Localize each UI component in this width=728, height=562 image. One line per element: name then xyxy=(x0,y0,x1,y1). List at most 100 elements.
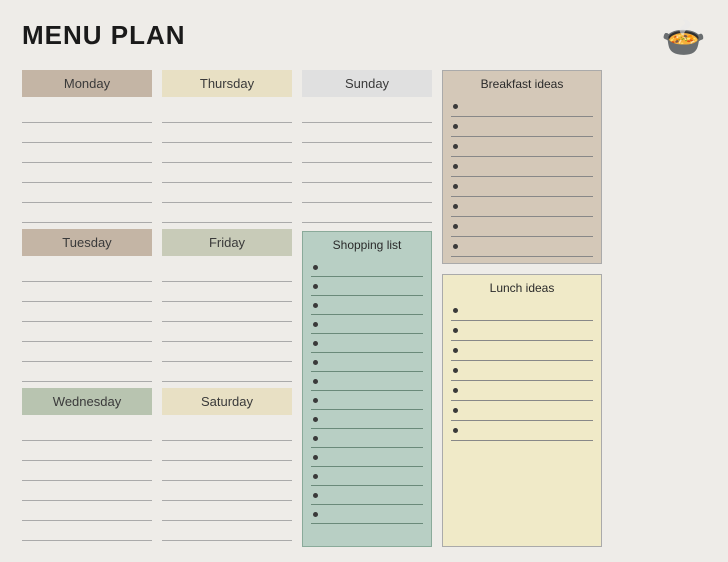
line xyxy=(302,143,432,163)
tuesday-block: Tuesday xyxy=(22,229,152,382)
bullet-icon xyxy=(453,388,458,393)
tuesday-lines xyxy=(22,262,152,382)
bullet-icon xyxy=(453,308,458,313)
shopping-list-panel: Shopping list xyxy=(302,231,432,547)
line xyxy=(22,203,152,223)
saturday-header: Saturday xyxy=(162,388,292,415)
bullet-icon xyxy=(313,398,318,403)
bullet-icon xyxy=(313,322,318,327)
line xyxy=(22,143,152,163)
breakfast-ideas-panel: Breakfast ideas xyxy=(442,70,602,264)
breakfast-ideas-title: Breakfast ideas xyxy=(451,77,593,91)
bullet-icon xyxy=(313,455,318,460)
line xyxy=(22,163,152,183)
monday-lines xyxy=(22,103,152,223)
lunch-ideas-panel: Lunch ideas xyxy=(442,274,602,547)
friday-lines xyxy=(162,262,292,382)
shopping-item[interactable] xyxy=(311,391,423,410)
lunch-idea-item[interactable] xyxy=(451,361,593,381)
bullet-icon xyxy=(313,341,318,346)
shopping-item[interactable] xyxy=(311,486,423,505)
line xyxy=(162,342,292,362)
page-title: MENU PLAN xyxy=(22,20,186,51)
line xyxy=(162,461,292,481)
line xyxy=(22,282,152,302)
line xyxy=(302,163,432,183)
line xyxy=(162,322,292,342)
page: MENU PLAN 🍲 Monday Tuesday xyxy=(0,0,728,562)
line xyxy=(22,322,152,342)
line xyxy=(22,501,152,521)
saturday-block: Saturday xyxy=(162,388,292,541)
bullet-icon xyxy=(453,104,458,109)
bullet-icon xyxy=(453,408,458,413)
lunch-idea-item[interactable] xyxy=(451,381,593,401)
main-grid: Monday Tuesday xyxy=(22,70,706,547)
line xyxy=(302,103,432,123)
line xyxy=(22,362,152,382)
shopping-item[interactable] xyxy=(311,448,423,467)
lunch-idea-item[interactable] xyxy=(451,341,593,361)
wednesday-header: Wednesday xyxy=(22,388,152,415)
line xyxy=(22,103,152,123)
bullet-icon xyxy=(453,164,458,169)
line xyxy=(22,262,152,282)
lunch-idea-item[interactable] xyxy=(451,401,593,421)
bullet-icon xyxy=(313,474,318,479)
shopping-item[interactable] xyxy=(311,315,423,334)
shopping-item[interactable] xyxy=(311,410,423,429)
bullet-icon xyxy=(453,224,458,229)
breakfast-idea-item[interactable] xyxy=(451,217,593,237)
bullet-icon xyxy=(453,244,458,249)
bullet-icon xyxy=(453,368,458,373)
day-column-2: Thursday Friday xyxy=(162,70,292,547)
sunday-lines xyxy=(302,103,432,223)
breakfast-idea-item[interactable] xyxy=(451,97,593,117)
breakfast-idea-item[interactable] xyxy=(451,117,593,137)
breakfast-idea-item[interactable] xyxy=(451,157,593,177)
line xyxy=(162,262,292,282)
line xyxy=(302,183,432,203)
middle-column: Sunday Shopping list xyxy=(302,70,432,547)
breakfast-idea-item[interactable] xyxy=(451,177,593,197)
shopping-item[interactable] xyxy=(311,258,423,277)
line xyxy=(162,421,292,441)
breakfast-idea-item[interactable] xyxy=(451,137,593,157)
breakfast-idea-item[interactable] xyxy=(451,237,593,257)
tuesday-header: Tuesday xyxy=(22,229,152,256)
line xyxy=(22,123,152,143)
shopping-item[interactable] xyxy=(311,353,423,372)
shopping-item[interactable] xyxy=(311,372,423,391)
line xyxy=(22,421,152,441)
thursday-lines xyxy=(162,103,292,223)
bullet-icon xyxy=(313,360,318,365)
shopping-item[interactable] xyxy=(311,429,423,448)
shopping-list-title: Shopping list xyxy=(311,238,423,252)
shopping-item[interactable] xyxy=(311,334,423,353)
thursday-block: Thursday xyxy=(162,70,292,223)
lunch-idea-item[interactable] xyxy=(451,421,593,441)
bullet-icon xyxy=(453,328,458,333)
bullet-icon xyxy=(313,265,318,270)
line xyxy=(162,362,292,382)
breakfast-idea-item[interactable] xyxy=(451,197,593,217)
lunch-idea-item[interactable] xyxy=(451,301,593,321)
shopping-item[interactable] xyxy=(311,277,423,296)
lunch-idea-item[interactable] xyxy=(451,321,593,341)
line xyxy=(162,163,292,183)
shopping-item[interactable] xyxy=(311,467,423,486)
shopping-item[interactable] xyxy=(311,296,423,315)
line xyxy=(162,302,292,322)
bullet-icon xyxy=(313,436,318,441)
saturday-lines xyxy=(162,421,292,541)
line xyxy=(302,123,432,143)
shopping-item[interactable] xyxy=(311,505,423,524)
bullet-icon xyxy=(453,348,458,353)
line xyxy=(162,481,292,501)
line xyxy=(22,342,152,362)
day-column-1: Monday Tuesday xyxy=(22,70,152,547)
bullet-icon xyxy=(313,379,318,384)
line xyxy=(162,103,292,123)
line xyxy=(162,501,292,521)
line xyxy=(22,461,152,481)
